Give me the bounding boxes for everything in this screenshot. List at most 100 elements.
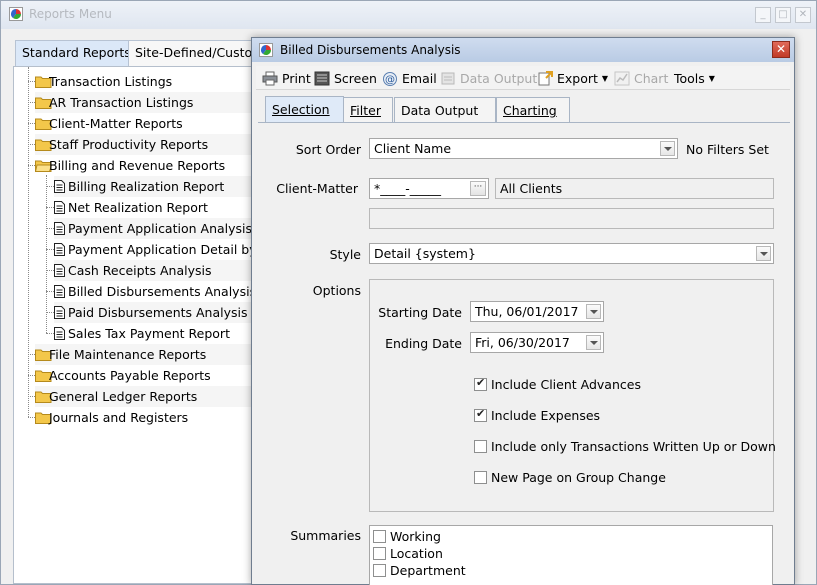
checkbox-label: Location	[390, 546, 443, 561]
tree-report-item[interactable]: Paid Disbursements Analysis	[46, 302, 253, 323]
tree-item-label: Cash Receipts Analysis	[68, 263, 212, 278]
chevron-down-icon[interactable]	[756, 246, 771, 261]
tree-guide-line	[28, 375, 35, 376]
options-group: Starting Date Thu, 06/01/2017 Ending Dat…	[369, 279, 776, 512]
maximize-button[interactable]: □	[775, 7, 791, 23]
checkbox-label: Include only Transactions Written Up or …	[491, 439, 776, 454]
checkbox-box[interactable]	[373, 530, 386, 543]
tree-report-item[interactable]: Payment Application Analysis	[46, 218, 253, 239]
tree-guide-line	[46, 186, 54, 187]
tree-report-item[interactable]: Billing Realization Report	[46, 176, 253, 197]
tree-report-item[interactable]: Net Realization Report	[46, 197, 253, 218]
dialog-title: Billed Disbursements Analysis	[280, 43, 461, 57]
tree-guide-line	[46, 312, 54, 313]
client-matter-input[interactable]: *____-_____ ···	[369, 178, 489, 199]
tree-report-item[interactable]: Cash Receipts Analysis	[46, 260, 253, 281]
tree-folder-item[interactable]: Staff Productivity Reports	[28, 134, 253, 155]
tree-guide-line	[46, 175, 47, 333]
ending-date-label: Ending Date	[385, 336, 462, 351]
report-document-icon	[54, 222, 65, 235]
email-button[interactable]: @ Email	[382, 70, 438, 88]
tree-item-label: Payment Application Analysis	[68, 221, 253, 236]
tree-guide-line	[46, 228, 54, 229]
data-output-button[interactable]: Data Output	[440, 70, 537, 88]
tree-item-label: Transaction Listings	[49, 74, 173, 89]
tree-guide-line	[28, 354, 35, 355]
ending-date-picker[interactable]: Fri, 06/30/2017	[470, 332, 604, 353]
tree-folder-item[interactable]: AR Transaction Listings	[28, 92, 253, 113]
tree-folder-item[interactable]: Transaction Listings	[28, 71, 253, 92]
tree-folder-item[interactable]: General Ledger Reports	[28, 386, 253, 407]
checkbox-box[interactable]	[373, 564, 386, 577]
tree-report-item[interactable]: Sales Tax Payment Report	[46, 323, 253, 344]
checkbox-box[interactable]	[474, 471, 487, 484]
tree-guide-line	[28, 67, 29, 417]
tree-item-label: AR Transaction Listings	[49, 95, 194, 110]
tab-selection[interactable]: Selection	[265, 96, 344, 123]
checkbox-box[interactable]	[474, 407, 487, 422]
chevron-down-icon[interactable]	[586, 335, 601, 350]
tree-folder-item[interactable]: Journals and Registers	[28, 407, 253, 428]
tab-filter[interactable]: Filter	[343, 97, 393, 122]
window-title: Reports Menu	[29, 7, 112, 21]
chevron-down-icon[interactable]	[660, 141, 675, 156]
options-label: Options	[312, 283, 361, 298]
checkbox-label: Department	[390, 563, 466, 578]
tree-guide-line	[46, 207, 54, 208]
tree-item-label: Client-Matter Reports	[49, 116, 183, 131]
report-tree[interactable]: Transaction Listings AR Transaction Listi…	[13, 66, 254, 584]
report-document-icon	[54, 285, 65, 298]
dialog-toolbar: Print Screen @ Email Data Output Export ▼…	[256, 66, 790, 90]
tab-standard-reports[interactable]: Standard Reports	[15, 40, 129, 66]
style-select[interactable]: Detail {system}	[369, 243, 774, 264]
screen-button[interactable]: Screen	[314, 70, 378, 88]
checkbox-label: Include Client Advances	[491, 377, 641, 392]
summaries-list[interactable]: Working Location Department	[369, 525, 773, 585]
report-document-icon	[54, 243, 65, 256]
tree-guide-line	[46, 291, 54, 292]
checkbox-box[interactable]	[474, 440, 487, 453]
tree-item-label: Sales Tax Payment Report	[68, 326, 230, 341]
style-label: Style	[329, 247, 361, 262]
tab-data-output[interactable]: Data Output	[394, 97, 496, 122]
app-icon	[259, 43, 273, 57]
tab-charting[interactable]: Charting	[496, 97, 570, 122]
tree-guide-line	[46, 270, 54, 271]
tree-item-label: Net Realization Report	[68, 200, 208, 215]
chevron-down-icon: ▼	[601, 74, 609, 83]
checkbox-box[interactable]	[474, 376, 487, 391]
sort-order-label: Sort Order	[295, 142, 361, 157]
tree-guide-line	[28, 417, 35, 418]
sort-order-select[interactable]: Client Name	[369, 138, 678, 159]
tree-folder-item[interactable]: Accounts Payable Reports	[28, 365, 253, 386]
tree-item-label: Billed Disbursements Analysis	[68, 284, 254, 299]
tree-guide-line	[28, 102, 35, 103]
tree-guide-line	[46, 249, 54, 250]
chart-button[interactable]: Chart	[614, 70, 670, 88]
tree-item-label: Billing Realization Report	[68, 179, 225, 194]
lookup-button[interactable]: ···	[470, 181, 486, 196]
tree-guide-line	[28, 123, 35, 124]
print-button[interactable]: Print	[262, 70, 312, 88]
client-matter-description: All Clients	[495, 178, 774, 199]
close-button[interactable]: ✕	[795, 7, 811, 23]
minimize-button[interactable]: _	[755, 7, 771, 23]
tree-report-item[interactable]: Payment Application Detail by	[46, 239, 253, 260]
tab-site-defined-custom[interactable]: Site-Defined/Custom	[128, 40, 253, 66]
chart-icon	[614, 71, 630, 86]
starting-date-picker[interactable]: Thu, 06/01/2017	[470, 301, 604, 322]
tree-report-item[interactable]: Billed Disbursements Analysis	[46, 281, 254, 302]
checkbox-box[interactable]	[373, 547, 386, 560]
report-document-icon	[54, 201, 65, 214]
tree-folder-item[interactable]: Client-Matter Reports	[28, 113, 253, 134]
chevron-down-icon[interactable]	[586, 304, 601, 319]
tree-folder-item[interactable]: Billing and Revenue Reports	[28, 155, 253, 176]
tree-item-label: Staff Productivity Reports	[49, 137, 209, 152]
tree-folder-item[interactable]: File Maintenance Reports	[28, 344, 253, 365]
dialog-close-button[interactable]: ✕	[772, 41, 790, 58]
checkbox-label: Include Expenses	[491, 408, 601, 423]
tools-menu[interactable]: Tools ▼	[674, 70, 724, 88]
checkbox-label: New Page on Group Change	[491, 470, 666, 485]
export-button[interactable]: Export ▼	[537, 70, 609, 88]
client-matter-description-2	[369, 208, 774, 229]
